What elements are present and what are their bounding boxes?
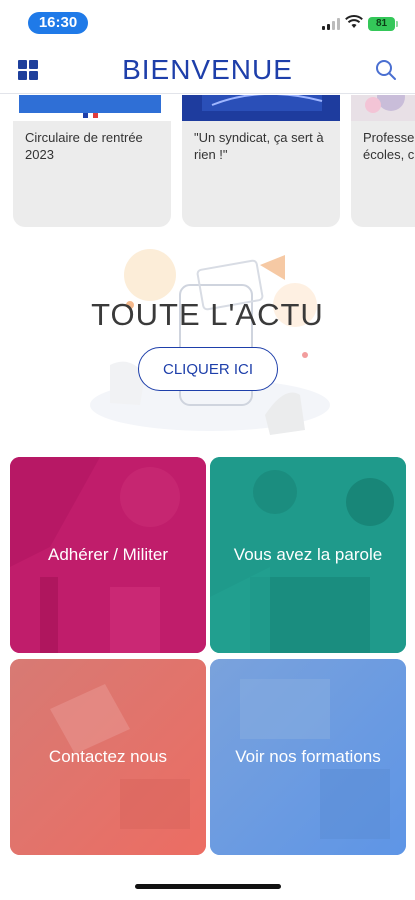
news-card[interactable]: Professeurs des écoles, c la retraite	[351, 95, 415, 227]
news-thumbnail	[182, 95, 340, 121]
news-banner: TOUTE L'ACTU CLIQUER ICI	[0, 245, 415, 445]
status-bar: 16:30 81	[0, 0, 415, 46]
battery-icon: 81	[368, 17, 398, 31]
speak-tile[interactable]: Vous avez la parole	[210, 457, 406, 653]
news-banner-title: TOUTE L'ACTU	[91, 297, 324, 332]
search-icon[interactable]	[374, 58, 398, 82]
speak-tile-label: Vous avez la parole	[233, 545, 383, 564]
news-illustration	[90, 249, 330, 435]
training-tile-label: Voir nos formations	[235, 747, 381, 766]
view-all-news-button[interactable]: CLIQUER ICI	[138, 347, 278, 391]
news-title: "Un syndicat, ça sert à rien !"	[194, 130, 324, 162]
page-title: BIENVENUE	[122, 54, 293, 85]
app-header: BIENVENUE	[0, 46, 415, 94]
status-time: 16:30	[28, 12, 88, 34]
news-thumbnail	[13, 95, 171, 121]
news-card[interactable]: "Un syndicat, ça sert à rien !"	[182, 95, 340, 227]
home-indicator[interactable]	[135, 884, 281, 889]
news-carousel[interactable]: Circulaire de rentrée 2023 "Un syndicat,…	[0, 95, 415, 235]
training-tile[interactable]: Voir nos formations	[210, 659, 406, 855]
join-tile[interactable]: Adhérer / Militer	[10, 457, 206, 653]
news-thumbnail	[351, 95, 415, 121]
contact-tile[interactable]: Contactez nous	[10, 659, 206, 855]
join-tile-label: Adhérer / Militer	[48, 545, 168, 564]
news-card[interactable]: Circulaire de rentrée 2023	[13, 95, 171, 227]
news-title: Professeurs des écoles, c la retraite	[363, 130, 415, 162]
contact-tile-label: Contactez nous	[48, 747, 168, 766]
news-title: Circulaire de rentrée 2023	[25, 130, 143, 162]
wifi-icon	[345, 15, 363, 28]
cellular-signal-icon	[322, 18, 342, 30]
